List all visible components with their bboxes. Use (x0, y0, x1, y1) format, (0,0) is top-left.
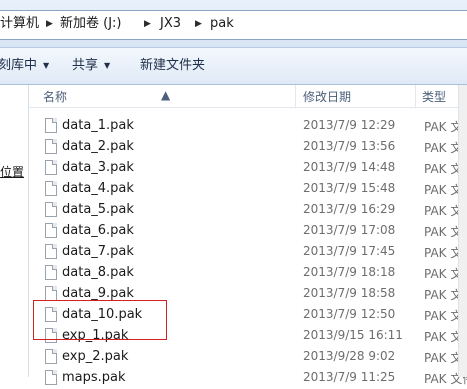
file-name: data_6.pak (62, 223, 134, 238)
file-modified: 2013/7/9 17:08 (303, 223, 396, 237)
file-icon (45, 370, 57, 385)
share-label: 共享 (72, 58, 99, 73)
file-name: exp_2.pak (62, 349, 129, 364)
file-row[interactable]: data_5.pak 2013/7/9 16:29 PAK 文件 (29, 200, 467, 221)
navigation-pane: 位置 (0, 85, 29, 377)
file-icon (45, 223, 57, 238)
file-modified: 2013/7/9 11:25 (303, 370, 396, 384)
column-header-modified[interactable]: 修改日期 (303, 88, 351, 105)
breadcrumb-jx3[interactable]: JX3 (160, 16, 181, 32)
file-modified: 2013/7/9 16:29 (303, 202, 396, 216)
file-modified: 2013/7/9 14:48 (303, 160, 396, 174)
sort-up-icon: ▲ (161, 88, 171, 102)
file-modified: 2013/7/9 17:45 (303, 244, 396, 258)
address-bar: 计算机 ▶ 新加卷 (J:) ▶ JX3 ▶ pak (0, 0, 467, 48)
share-button[interactable]: 共享 ▼ (72, 57, 110, 75)
column-header-type[interactable]: 类型 (422, 88, 446, 105)
file-modified: 2013/7/9 12:50 (303, 307, 396, 321)
file-icon (45, 286, 57, 301)
file-row[interactable]: exp_2.pak 2013/9/28 9:02 PAK 文件 (29, 347, 467, 368)
file-name: data_3.pak (62, 160, 134, 175)
annotation-highlight-box (33, 300, 167, 340)
column-header-name[interactable]: 名称 (43, 88, 67, 105)
file-row[interactable]: data_1.pak 2013/7/9 12:29 PAK 文件 (29, 116, 467, 137)
file-modified: 2013/7/9 15:48 (303, 181, 396, 195)
file-name: data_2.pak (62, 139, 134, 154)
file-row[interactable]: data_6.pak 2013/7/9 17:08 PAK 文件 (29, 221, 467, 242)
file-modified: 2013/7/9 12:29 (303, 118, 396, 132)
command-toolbar: 刻库中 ▼ 共享 ▼ 新建文件夹 (0, 48, 467, 85)
file-name: data_4.pak (62, 181, 134, 196)
file-row[interactable]: data_7.pak 2013/7/9 17:45 PAK 文件 (29, 242, 467, 263)
file-icon (45, 139, 57, 154)
file-name: data_1.pak (62, 118, 134, 133)
file-row[interactable]: maps.pak 2013/7/9 11:25 PAK 文件 (29, 368, 467, 389)
file-icon (45, 265, 57, 280)
column-header-row: ▲ 名称 修改日期 类型 (29, 85, 467, 108)
organize-button[interactable]: 刻库中 ▼ (0, 57, 49, 75)
column-divider[interactable] (415, 85, 416, 107)
breadcrumb-drive[interactable]: 新加卷 (J:) (60, 16, 122, 32)
column-divider[interactable] (295, 85, 296, 107)
breadcrumb-separator-icon[interactable]: ▶ (46, 16, 53, 32)
file-modified: 2013/9/15 16:11 (303, 328, 403, 342)
file-row[interactable]: data_8.pak 2013/7/9 18:18 PAK 文件 (29, 263, 467, 284)
file-name: data_8.pak (62, 265, 134, 280)
file-row[interactable]: data_3.pak 2013/7/9 14:48 PAK 文件 (29, 158, 467, 179)
breadcrumb-pak[interactable]: pak (210, 16, 234, 32)
file-row[interactable]: data_4.pak 2013/7/9 15:48 PAK 文件 (29, 179, 467, 200)
file-icon (45, 160, 57, 175)
chevron-down-icon: ▼ (43, 61, 50, 70)
file-modified: 2013/7/9 18:58 (303, 286, 396, 300)
file-name: data_9.pak (62, 286, 134, 301)
file-icon (45, 118, 57, 133)
nav-link-location[interactable]: 位置 (0, 163, 24, 180)
file-icon (45, 202, 57, 217)
file-icon (45, 244, 57, 259)
new-folder-button[interactable]: 新建文件夹 (140, 57, 205, 75)
breadcrumb-separator-icon[interactable]: ▶ (144, 16, 151, 32)
file-modified: 2013/7/9 18:18 (303, 265, 396, 279)
file-name: data_7.pak (62, 244, 134, 259)
breadcrumb-separator-icon[interactable]: ▶ (195, 16, 202, 32)
file-modified: 2013/9/28 9:02 (303, 349, 396, 363)
chevron-down-icon: ▼ (104, 61, 111, 70)
organize-label: 刻库中 (0, 58, 38, 73)
breadcrumb-computer[interactable]: 计算机 (0, 16, 39, 32)
file-name: maps.pak (62, 370, 126, 385)
vertical-scrollbar[interactable] (458, 85, 467, 377)
file-icon (45, 349, 57, 364)
file-icon (45, 181, 57, 196)
file-modified: 2013/7/9 13:56 (303, 139, 396, 153)
file-name: data_5.pak (62, 202, 134, 217)
file-row[interactable]: data_2.pak 2013/7/9 13:56 PAK 文件 (29, 137, 467, 158)
